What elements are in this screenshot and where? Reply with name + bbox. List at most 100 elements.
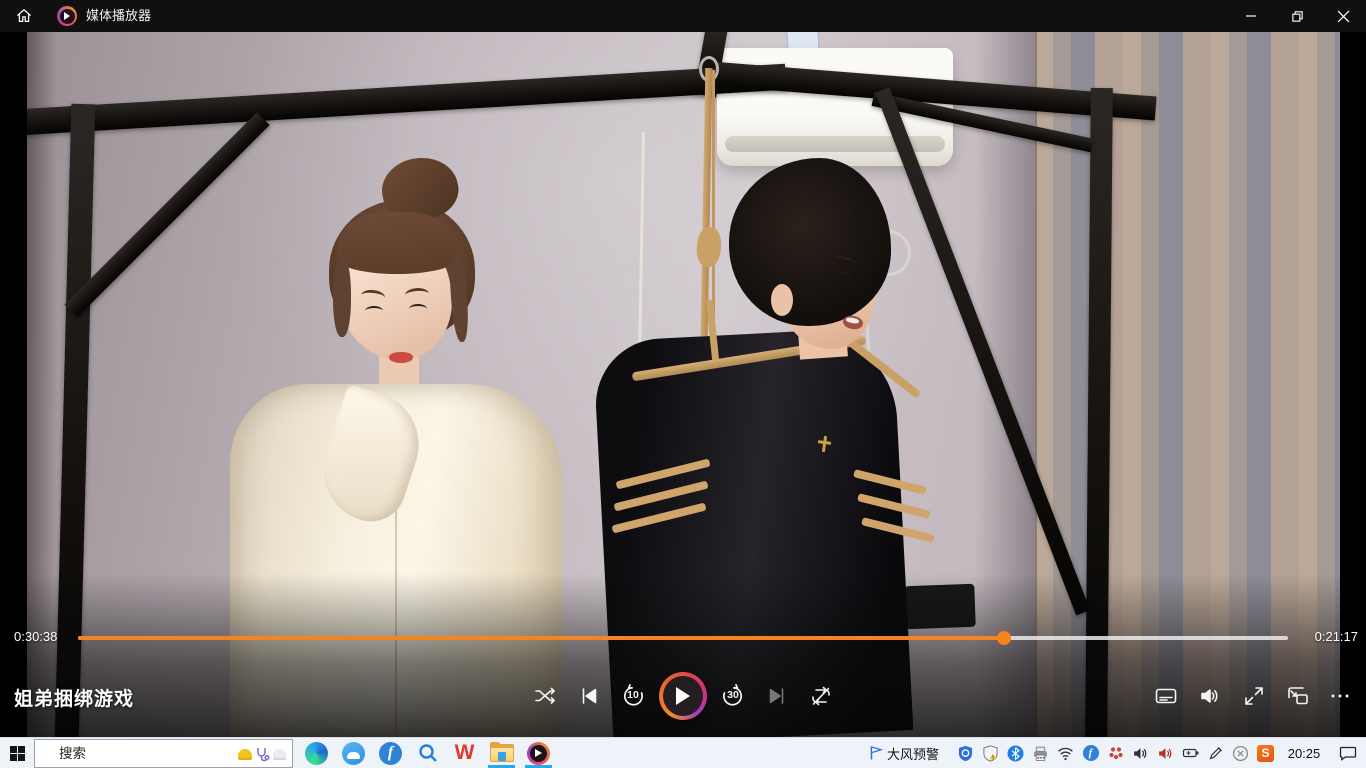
flash-icon: f: [379, 742, 402, 765]
weather-warning-text[interactable]: 大风预警: [887, 744, 939, 763]
magnifier-icon: [417, 742, 439, 764]
mini-player-icon: [1286, 684, 1310, 708]
taskbar-clock[interactable]: 20:25: [1278, 746, 1330, 761]
transport-controls: 10 30: [523, 672, 843, 720]
wifi-icon: [1057, 745, 1074, 762]
seek-bar[interactable]: [78, 636, 1288, 640]
title-bar: 媒体播放器: [0, 0, 1366, 32]
chef-hat-icon: [273, 749, 286, 758]
progress-row: 0:30:38 0:21:17: [0, 628, 1366, 648]
tray-volume-outline[interactable]: [1128, 738, 1153, 768]
flash-tray-icon: f: [1083, 745, 1099, 761]
volume-button[interactable]: [1188, 672, 1232, 720]
video-title: 姐弟捆绑游戏: [14, 684, 134, 711]
man-ear: [771, 284, 793, 316]
elapsed-time: 0:30:38: [14, 629, 57, 644]
search-input[interactable]: [57, 745, 238, 762]
more-options-icon: [1328, 684, 1352, 708]
play-button[interactable]: [655, 672, 711, 720]
weather-flag-icon[interactable]: [865, 738, 887, 768]
repeat-off-button[interactable]: [799, 672, 843, 720]
play-ring: [659, 672, 707, 720]
tray-sogou-input[interactable]: S: [1253, 738, 1278, 768]
next-icon: [765, 684, 789, 708]
start-button[interactable]: [0, 738, 34, 768]
tray-pen[interactable]: [1203, 738, 1228, 768]
notification-icon: [1339, 745, 1357, 761]
woman-fringe: [337, 212, 457, 274]
windows-logo-icon: [10, 746, 25, 761]
shield-warning-icon: [982, 745, 999, 762]
rope-strand: [712, 70, 715, 328]
tray-volume-red[interactable]: [1153, 738, 1178, 768]
blue-shield-icon: [957, 745, 974, 762]
subtitles-icon: [1154, 684, 1178, 708]
play-icon: [676, 687, 699, 705]
shuffle-button[interactable]: [523, 672, 567, 720]
man-hair: [729, 158, 891, 326]
wps-icon: W: [455, 741, 475, 765]
flag-icon: [868, 745, 884, 761]
previous-icon: [577, 684, 601, 708]
next-button[interactable]: [755, 672, 799, 720]
forward-30-button[interactable]: 30: [711, 672, 755, 720]
taskbar: f W: [0, 737, 1366, 768]
taskbar-explorer-button[interactable]: [483, 738, 520, 768]
remaining-time: 0:21:17: [1315, 629, 1358, 644]
taskbar-media-player-button[interactable]: [520, 738, 557, 768]
taskbar-search-tool-button[interactable]: [409, 738, 446, 768]
subtitles-button[interactable]: [1144, 672, 1188, 720]
taskbar-edge-button[interactable]: [298, 738, 335, 768]
taskbar-wps-button[interactable]: W: [446, 738, 483, 768]
tray-network[interactable]: [1053, 738, 1078, 768]
tray-flash[interactable]: f: [1078, 738, 1103, 768]
mini-player-button[interactable]: [1276, 672, 1320, 720]
woman-eye-right: [409, 304, 427, 314]
media-player-window: 媒体播放器 Leader: [0, 0, 1366, 768]
woman-sidehair-left: [333, 257, 351, 337]
home-button[interactable]: [10, 4, 38, 28]
battery-icon: [1182, 745, 1200, 761]
search-highlights: [238, 746, 286, 762]
tray-red-cluster[interactable]: [1103, 738, 1128, 768]
minimize-button[interactable]: [1228, 0, 1274, 32]
file-explorer-icon: [490, 744, 514, 762]
circled-x-icon: [1232, 745, 1249, 762]
tray-bluetooth[interactable]: [1003, 738, 1028, 768]
printer-icon: [1032, 745, 1049, 762]
tray-battery[interactable]: [1178, 738, 1203, 768]
tray-defender-warning[interactable]: [978, 738, 1003, 768]
speaker-red-icon: [1157, 745, 1174, 762]
tray-printer[interactable]: [1028, 738, 1053, 768]
repeat-off-icon: [809, 684, 833, 708]
restore-button[interactable]: [1274, 0, 1320, 32]
taskbar-cloud-browser-button[interactable]: [335, 738, 372, 768]
rewind-label: 10: [611, 689, 655, 701]
taskbar-flash-button[interactable]: f: [372, 738, 409, 768]
secondary-controls: [1144, 672, 1360, 720]
shuffle-icon: [533, 684, 557, 708]
fullscreen-button[interactable]: [1232, 672, 1276, 720]
taskbar-search[interactable]: [34, 739, 293, 768]
close-button[interactable]: [1320, 0, 1366, 32]
red-cluster-icon: [1108, 745, 1124, 761]
action-center-button[interactable]: [1330, 738, 1366, 768]
cloud-browser-icon: [342, 742, 365, 765]
woman-lips: [389, 352, 413, 363]
media-player-app-icon: [57, 6, 77, 26]
progress-thumb[interactable]: [997, 631, 1011, 645]
fullscreen-icon: [1242, 684, 1266, 708]
app-title: 媒体播放器: [86, 0, 151, 32]
edge-icon: [305, 742, 328, 765]
previous-button[interactable]: [567, 672, 611, 720]
volume-icon: [1198, 684, 1222, 708]
speaker-outline-icon: [1132, 745, 1149, 762]
stethoscope-icon: [255, 746, 270, 762]
tray-disabled-x[interactable]: [1228, 738, 1253, 768]
rewind-10-button[interactable]: 10: [611, 672, 655, 720]
home-icon: [14, 6, 34, 26]
tray-security-shield[interactable]: [953, 738, 978, 768]
restore-icon: [1291, 10, 1304, 23]
pen-icon: [1208, 745, 1224, 761]
more-options-button[interactable]: [1320, 672, 1360, 720]
